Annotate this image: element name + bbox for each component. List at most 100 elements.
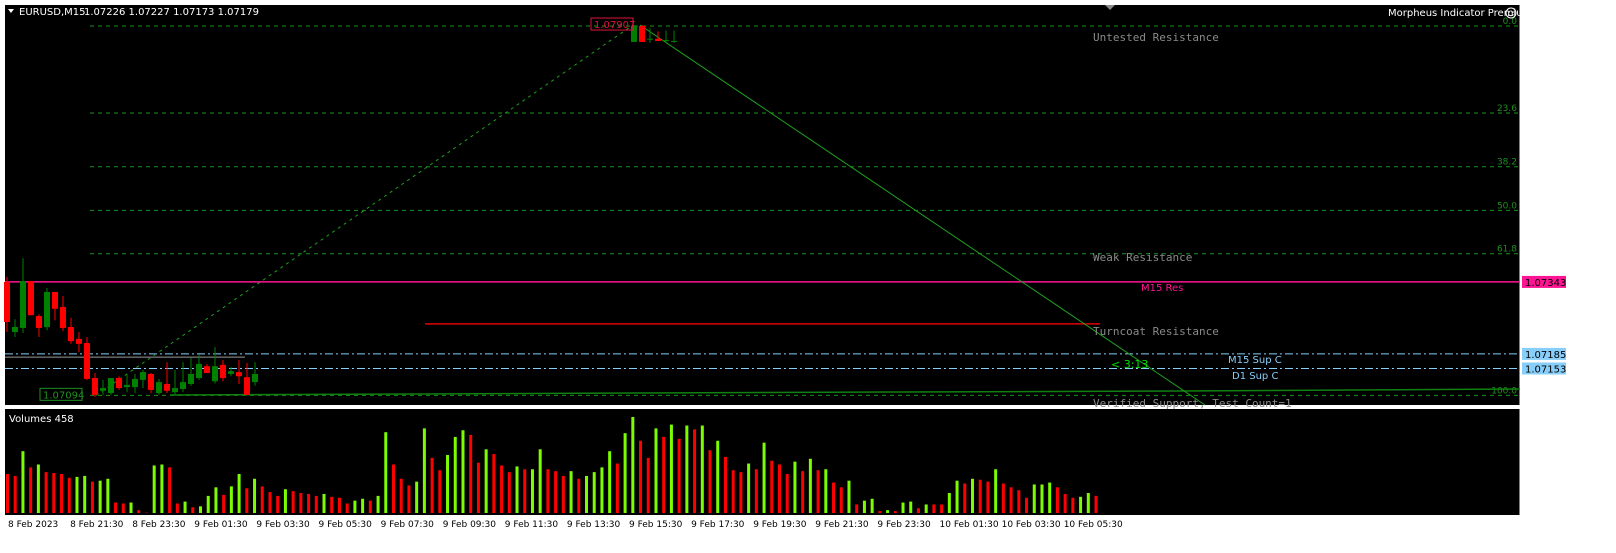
volume-bar [801, 471, 805, 513]
bull-candle[interactable] [671, 40, 677, 42]
time-tick-label: 9 Feb 11:30 [505, 520, 559, 530]
bear-candle[interactable] [76, 338, 82, 344]
bear-candle[interactable] [655, 38, 661, 41]
volume-bar [183, 501, 187, 513]
bull-candle[interactable] [44, 291, 50, 328]
volume-bar [793, 461, 797, 513]
volume-bar [978, 479, 982, 513]
volume-bar [75, 476, 79, 513]
bear-candle[interactable] [4, 281, 10, 323]
bear-candle[interactable] [220, 364, 226, 379]
fib-level-label: 100.0 [1491, 386, 1517, 396]
bear-candle[interactable] [52, 291, 58, 309]
volume-bar [1094, 495, 1098, 513]
bear-candle[interactable] [36, 316, 42, 328]
volume-bar [500, 465, 504, 513]
volume-bar [461, 430, 465, 513]
volume-bar [160, 464, 164, 513]
swing-low-marker: 1.07094 [39, 387, 84, 401]
bull-candle[interactable] [180, 382, 186, 389]
volume-bar [268, 492, 272, 513]
volume-bar [1071, 497, 1075, 513]
bull-candle[interactable] [124, 384, 130, 388]
bull-candle[interactable] [663, 40, 669, 42]
volume-bar [971, 478, 974, 513]
bull-candle[interactable] [156, 382, 162, 394]
volume-bar [932, 504, 936, 513]
volume-bar [1025, 497, 1029, 513]
volume-bar [36, 464, 40, 513]
bull-candle[interactable] [196, 363, 202, 379]
m15-sup-label: M15 Sup C [1228, 355, 1282, 366]
indicator-name: Morpheus Indicator Premium [1388, 8, 1532, 19]
time-tick-label: 9 Feb 01:30 [194, 520, 248, 530]
volume-bar [785, 474, 789, 513]
bear-candle[interactable] [84, 342, 90, 379]
d1-sup-label: D1 Sup C [1232, 371, 1278, 382]
bull-candle[interactable] [108, 378, 114, 394]
volume-bar [909, 501, 913, 513]
volume-bar [1048, 482, 1052, 513]
volume-bar [137, 510, 141, 513]
bull-candle[interactable] [12, 327, 18, 333]
bear-candle[interactable] [164, 383, 170, 391]
volume-bar [222, 494, 226, 513]
volume-bar [808, 458, 812, 513]
volume-bar [585, 475, 588, 513]
bull-candle[interactable] [228, 371, 234, 374]
time-tick-label: 9 Feb 21:30 [815, 520, 869, 530]
volume-bar [855, 504, 859, 513]
time-tick-label: 9 Feb 17:30 [691, 520, 745, 530]
volume-bar [577, 478, 581, 513]
bear-candle[interactable] [92, 378, 98, 395]
bull-candle[interactable] [100, 388, 106, 391]
bear-candle[interactable] [68, 327, 74, 342]
price-chart[interactable]: 0.023.638.250.061.8100.0 1.079401.078651… [0, 0, 1616, 553]
volume-bar [322, 493, 326, 513]
bull-candle[interactable] [647, 38, 653, 40]
chart-window: 0.0 23.6 38.2 50.0 61.8 100.0 1.07940 1.07865 1… [0, 0, 1616, 553]
volume-bar [368, 500, 372, 513]
bear-candle[interactable] [244, 377, 250, 395]
volume-bar [484, 449, 488, 513]
bull-candle[interactable] [132, 378, 138, 388]
bull-candle[interactable] [188, 373, 194, 384]
volume-bar [52, 473, 56, 513]
bear-candle[interactable] [148, 373, 154, 390]
volume-bar [392, 464, 395, 513]
volume-bar [253, 478, 257, 513]
bear-candle[interactable] [28, 281, 34, 316]
zone-verified-support: Verified Support, Test Count=1 [1093, 397, 1292, 410]
volume-bar [824, 469, 828, 513]
swing-low-label: 1.07094 [43, 390, 84, 401]
bull-candle[interactable] [20, 281, 26, 328]
volume-bar [415, 481, 419, 513]
volume-bar [229, 486, 233, 513]
bear-candle[interactable] [236, 372, 242, 377]
bear-candle[interactable] [60, 306, 66, 328]
m15-res-label: M15 Res [1141, 283, 1183, 294]
bull-candle[interactable] [212, 366, 218, 382]
price-tick-label: 1.07575 [1526, 172, 1567, 183]
volume-bar [561, 475, 565, 513]
volume-bar [191, 507, 195, 513]
volume-bar [731, 470, 735, 513]
time-tick-label: 8 Feb 21:30 [70, 520, 124, 530]
volume-bar [893, 511, 897, 513]
volume-bar [453, 436, 457, 513]
volume-bar [669, 424, 673, 513]
volume-bar [538, 449, 542, 513]
price-tick-label: 1.07795 [1526, 72, 1567, 83]
volume-bar [438, 470, 442, 513]
volume-bar [476, 462, 480, 513]
bear-candle[interactable] [639, 25, 645, 42]
price-tick-label: 1.07505 [1526, 204, 1567, 215]
volume-bar [816, 470, 820, 513]
bear-candle[interactable] [204, 366, 210, 374]
volume-bar [21, 451, 25, 513]
volume-bar [754, 469, 758, 513]
bull-candle[interactable] [252, 373, 258, 383]
bull-candle[interactable] [140, 372, 146, 380]
bear-candle[interactable] [116, 378, 122, 389]
bull-candle[interactable] [172, 388, 178, 393]
